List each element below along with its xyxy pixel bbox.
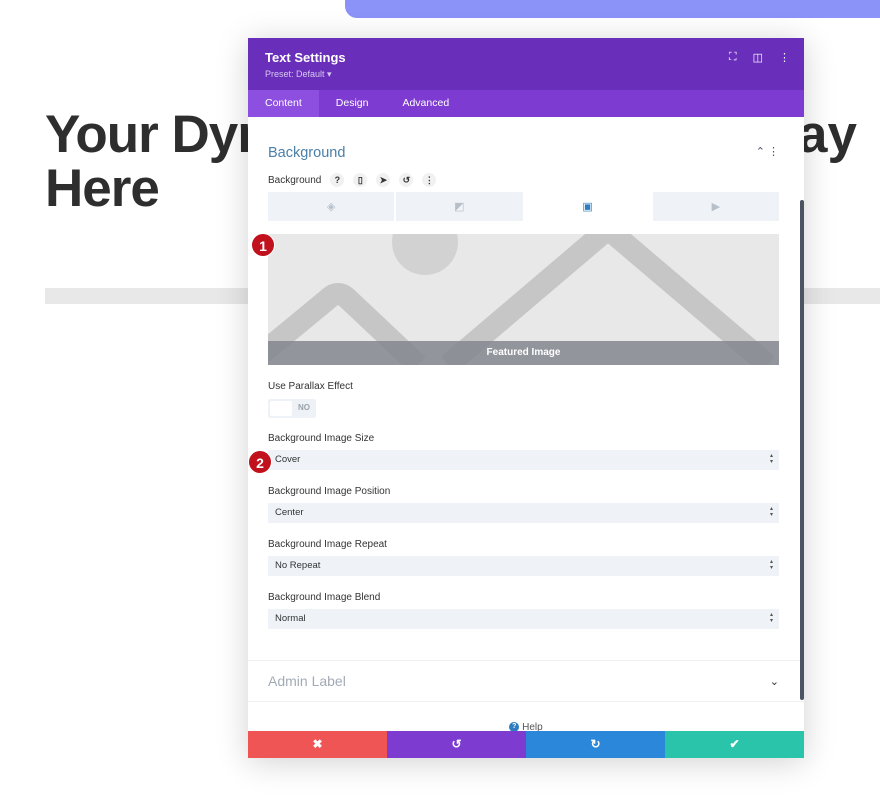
scrollbar[interactable] [800, 200, 804, 700]
redo-button[interactable]: ↻ [526, 731, 665, 758]
field-label: Background Image Repeat [268, 539, 387, 550]
step-badge: 2 [248, 450, 272, 474]
field-label: Background Image Size [268, 433, 375, 444]
help-icon[interactable]: ? [330, 173, 345, 187]
background-label: Background [268, 174, 322, 186]
bg-color-tab[interactable]: ◈ [268, 192, 395, 221]
image-blend-select[interactable]: Normal [268, 609, 779, 629]
tab-content[interactable]: Content [248, 90, 319, 117]
modal-title: Text Settings [265, 50, 346, 65]
split-view-icon[interactable]: ◫ [753, 51, 763, 64]
more-options-icon[interactable]: ⋮ [779, 51, 790, 64]
image-position-select[interactable]: Center [268, 503, 779, 523]
fullscreen-icon[interactable]: ⛶ [729, 51, 737, 64]
reset-icon[interactable]: ↺ [399, 173, 414, 187]
modal-tabs: Content Design Advanced [248, 90, 804, 117]
tab-advanced[interactable]: Advanced [385, 90, 466, 117]
paint-bucket-icon: ◈ [326, 201, 336, 213]
admin-label-section[interactable]: Admin Label ⌄ [248, 660, 804, 702]
mobile-icon[interactable]: ▯ [353, 173, 368, 187]
chevron-down-icon[interactable]: ⌄ [770, 675, 779, 688]
gradient-icon: ◩ [454, 201, 465, 213]
background-section-header[interactable]: Background ⌃ ⋮ [268, 145, 779, 161]
page-heading-fragment: ay [798, 105, 857, 164]
image-icon: ▣ [582, 201, 593, 213]
undo-button[interactable]: ↺ [387, 731, 526, 758]
admin-label-title: Admin Label [268, 673, 346, 689]
save-button[interactable]: ✔ [665, 731, 804, 758]
step-badge: 1 [251, 233, 275, 257]
preset-dropdown[interactable]: Preset: Default ▾ [265, 69, 787, 80]
video-icon: ▶ [711, 201, 721, 213]
text-settings-modal: Text Settings Preset: Default ▾ ⛶ ◫ ⋮ Co… [248, 38, 804, 758]
preview-caption: Featured Image [268, 341, 779, 365]
cancel-button[interactable]: ✖ [248, 731, 387, 758]
parallax-toggle[interactable]: NO [268, 399, 316, 418]
top-decoration [345, 0, 880, 18]
featured-image-preview[interactable]: Featured Image [268, 234, 779, 365]
tab-design[interactable]: Design [319, 90, 386, 117]
parallax-label: Use Parallax Effect [268, 381, 353, 392]
section-more-icon[interactable]: ⋮ [768, 146, 779, 158]
bg-gradient-tab[interactable]: ◩ [396, 192, 523, 221]
section-title: Background [268, 145, 346, 161]
options-icon[interactable]: ⋮ [422, 173, 437, 187]
page-heading: Your Dyn Here [45, 105, 270, 218]
field-label: Background Image Position [268, 486, 391, 497]
hover-cursor-icon[interactable]: ➤ [376, 173, 391, 187]
bg-video-tab[interactable]: ▶ [652, 192, 779, 221]
chevron-up-icon[interactable]: ⌃ [756, 146, 765, 158]
bg-image-tab[interactable]: ▣ [524, 192, 651, 221]
field-label: Background Image Blend [268, 592, 381, 603]
image-repeat-select[interactable]: No Repeat [268, 556, 779, 576]
image-size-select[interactable]: Cover [268, 450, 779, 470]
toggle-value: NO [298, 403, 310, 412]
modal-header: Text Settings Preset: Default ▾ ⛶ ◫ ⋮ [248, 38, 804, 90]
